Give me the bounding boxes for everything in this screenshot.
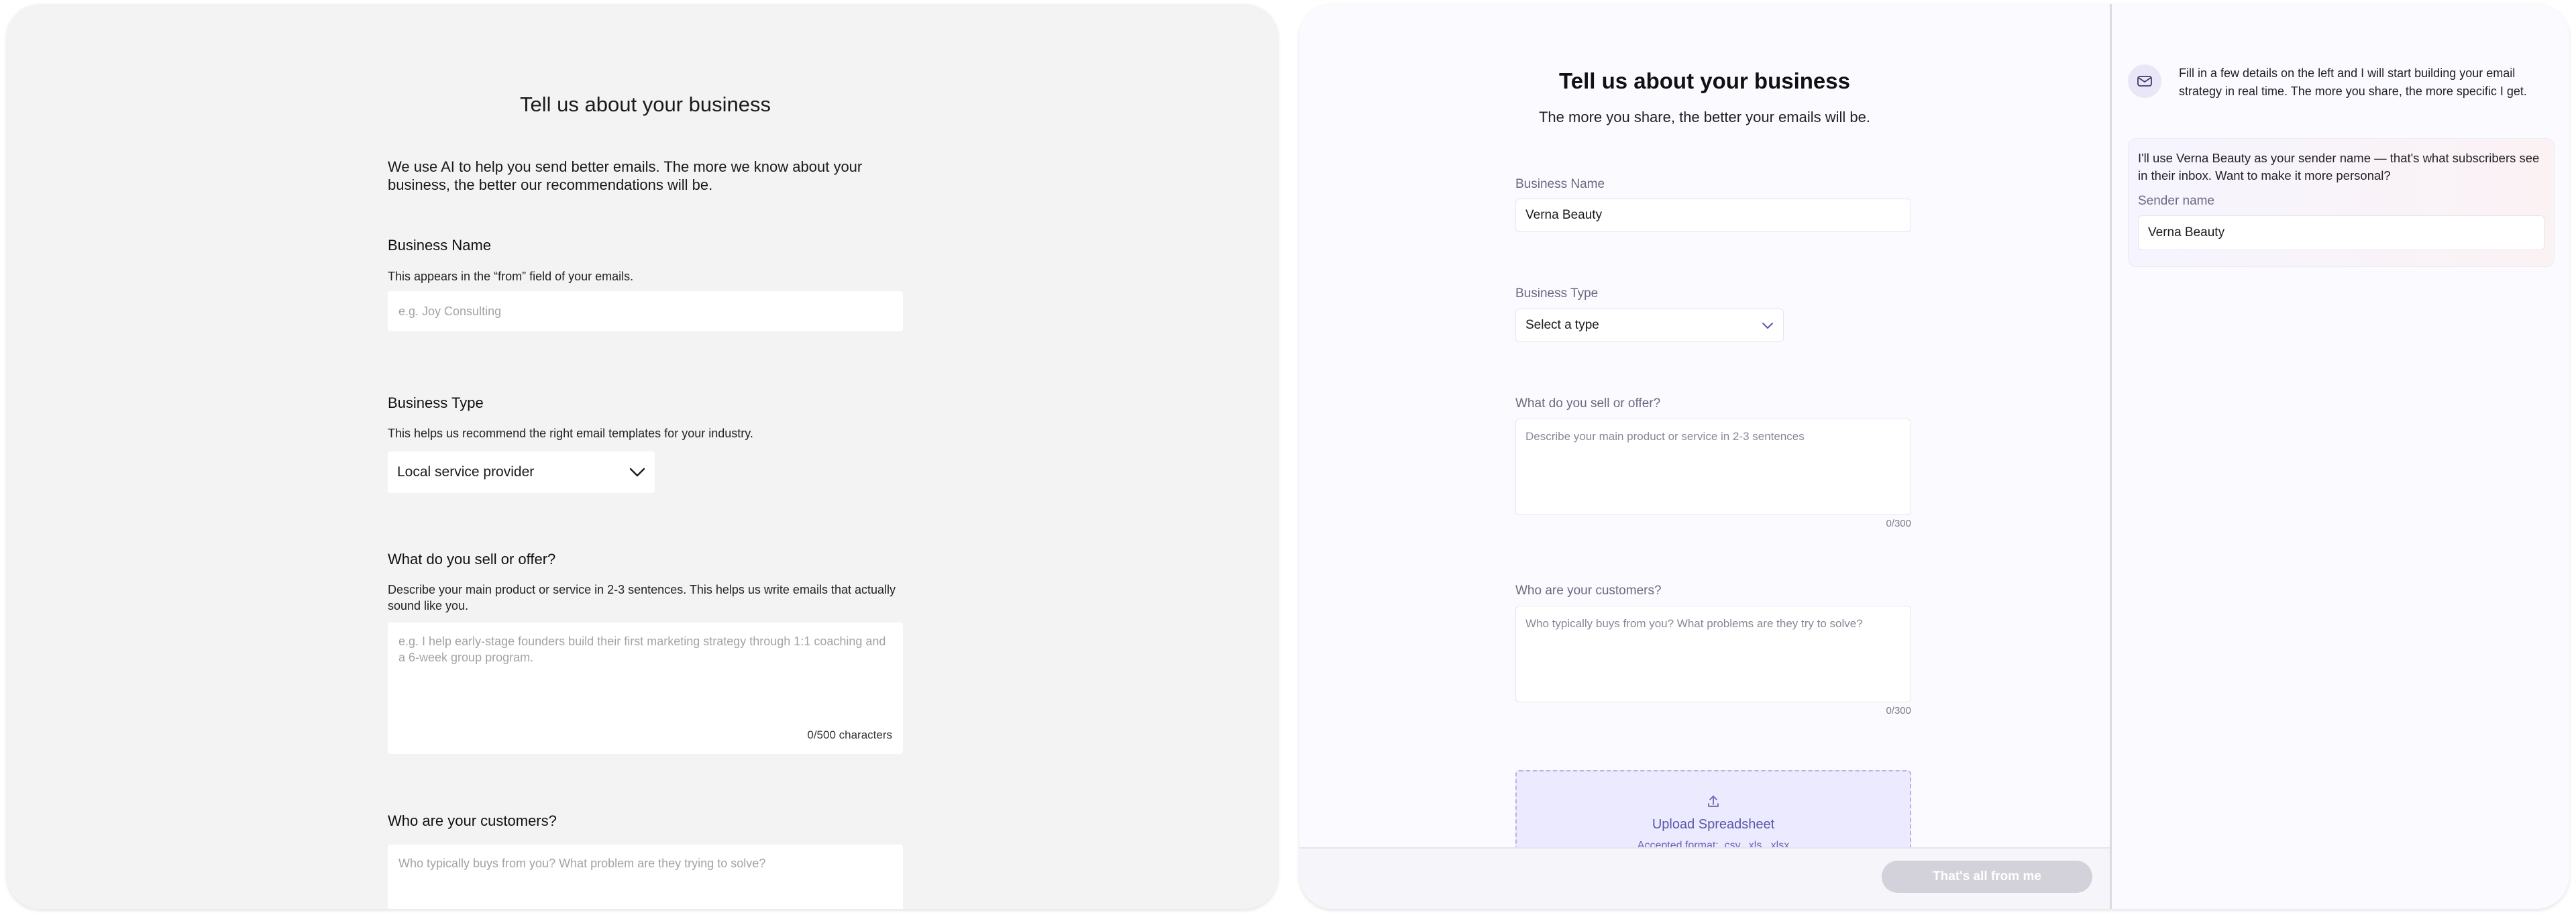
business-type-label: Business Type xyxy=(1515,286,1599,301)
sell-character-counter: 0/300 xyxy=(1886,518,1911,529)
page-subtitle: The more you share, the better your emai… xyxy=(1538,109,1870,125)
assistant-intro-text: Fill in a few details on the left and I … xyxy=(2179,66,2527,98)
customers-placeholder: Who typically buys from you? What proble… xyxy=(1525,617,1863,630)
page-title: Tell us about your business xyxy=(1559,68,1850,93)
sell-character-counter: 0/500 characters xyxy=(807,729,892,741)
sender-name-label: Sender name xyxy=(2138,194,2215,208)
sell-textarea[interactable]: e.g. I help early-stage founders build t… xyxy=(388,623,903,754)
sell-label: What do you sell or offer? xyxy=(388,551,556,568)
business-name-label: Business Name xyxy=(1515,177,1605,191)
sender-name-suggestion-card: I'll use Verna Beauty as your sender nam… xyxy=(2128,138,2555,267)
sender-name-suggestion-text: I'll use Verna Beauty as your sender nam… xyxy=(2138,151,2540,182)
sender-name-value: Verna Beauty xyxy=(2148,225,2225,239)
customers-textarea[interactable]: Who typically buys from you? What proble… xyxy=(388,845,903,909)
sell-help: Describe your main product or service in… xyxy=(388,583,896,612)
form-footer: That's all from me xyxy=(1299,847,2110,909)
customers-character-counter: 0/300 xyxy=(1886,705,1911,716)
thats-all-button[interactable]: That's all from me xyxy=(1882,861,2092,893)
sell-placeholder: Describe your main product or service in… xyxy=(1525,430,1805,443)
upload-icon xyxy=(1708,796,1719,807)
sender-name-input[interactable]: Verna Beauty xyxy=(2138,215,2544,250)
intro-text: We use AI to help you send better emails… xyxy=(388,158,863,193)
chevron-down-icon xyxy=(629,468,645,477)
upload-icon-wrapper xyxy=(1517,794,1910,809)
right-onboarding-panel: Tell us about your business The more you… xyxy=(1299,4,2569,909)
business-type-help: This helps us recommend the right email … xyxy=(388,427,753,440)
mail-icon xyxy=(2137,76,2152,87)
business-name-help: This appears in the “from” field of your… xyxy=(388,270,634,283)
business-type-selected: Local service provider xyxy=(397,464,535,480)
customers-placeholder: Who typically buys from you? What proble… xyxy=(398,857,766,870)
business-name-input[interactable]: Verna Beauty xyxy=(1515,199,1911,232)
business-name-placeholder: e.g. Joy Consulting xyxy=(398,304,502,318)
customers-label: Who are your customers? xyxy=(1515,584,1662,598)
chevron-down-icon xyxy=(1762,322,1773,329)
sell-placeholder: e.g. I help early-stage founders build t… xyxy=(398,635,886,664)
business-type-selected: Select a type xyxy=(1525,318,1599,332)
right-form-area: Tell us about your business The more you… xyxy=(1299,4,2110,909)
business-type-label: Business Type xyxy=(388,394,484,411)
left-onboarding-panel: Tell us about your business We use AI to… xyxy=(7,4,1278,909)
customers-label: Who are your customers? xyxy=(388,812,557,829)
business-name-input[interactable]: e.g. Joy Consulting xyxy=(388,291,903,331)
assistant-message: Fill in a few details on the left and I … xyxy=(2128,64,2551,101)
assistant-avatar xyxy=(2128,64,2161,98)
sell-textarea[interactable]: Describe your main product or service in… xyxy=(1515,419,1911,515)
customers-textarea[interactable]: Who typically buys from you? What proble… xyxy=(1515,606,1911,702)
sell-label: What do you sell or offer? xyxy=(1515,396,1661,411)
business-name-value: Verna Beauty xyxy=(1525,208,1603,222)
upload-title: Upload Spreadsheet xyxy=(1652,817,1775,832)
business-type-select[interactable]: Select a type xyxy=(1515,309,1784,342)
page-title: Tell us about your business xyxy=(520,93,771,116)
business-type-select[interactable]: Local service provider xyxy=(388,451,655,493)
assistant-chat-panel: Fill in a few details on the left and I … xyxy=(2112,4,2569,909)
business-name-label: Business Name xyxy=(388,237,492,254)
